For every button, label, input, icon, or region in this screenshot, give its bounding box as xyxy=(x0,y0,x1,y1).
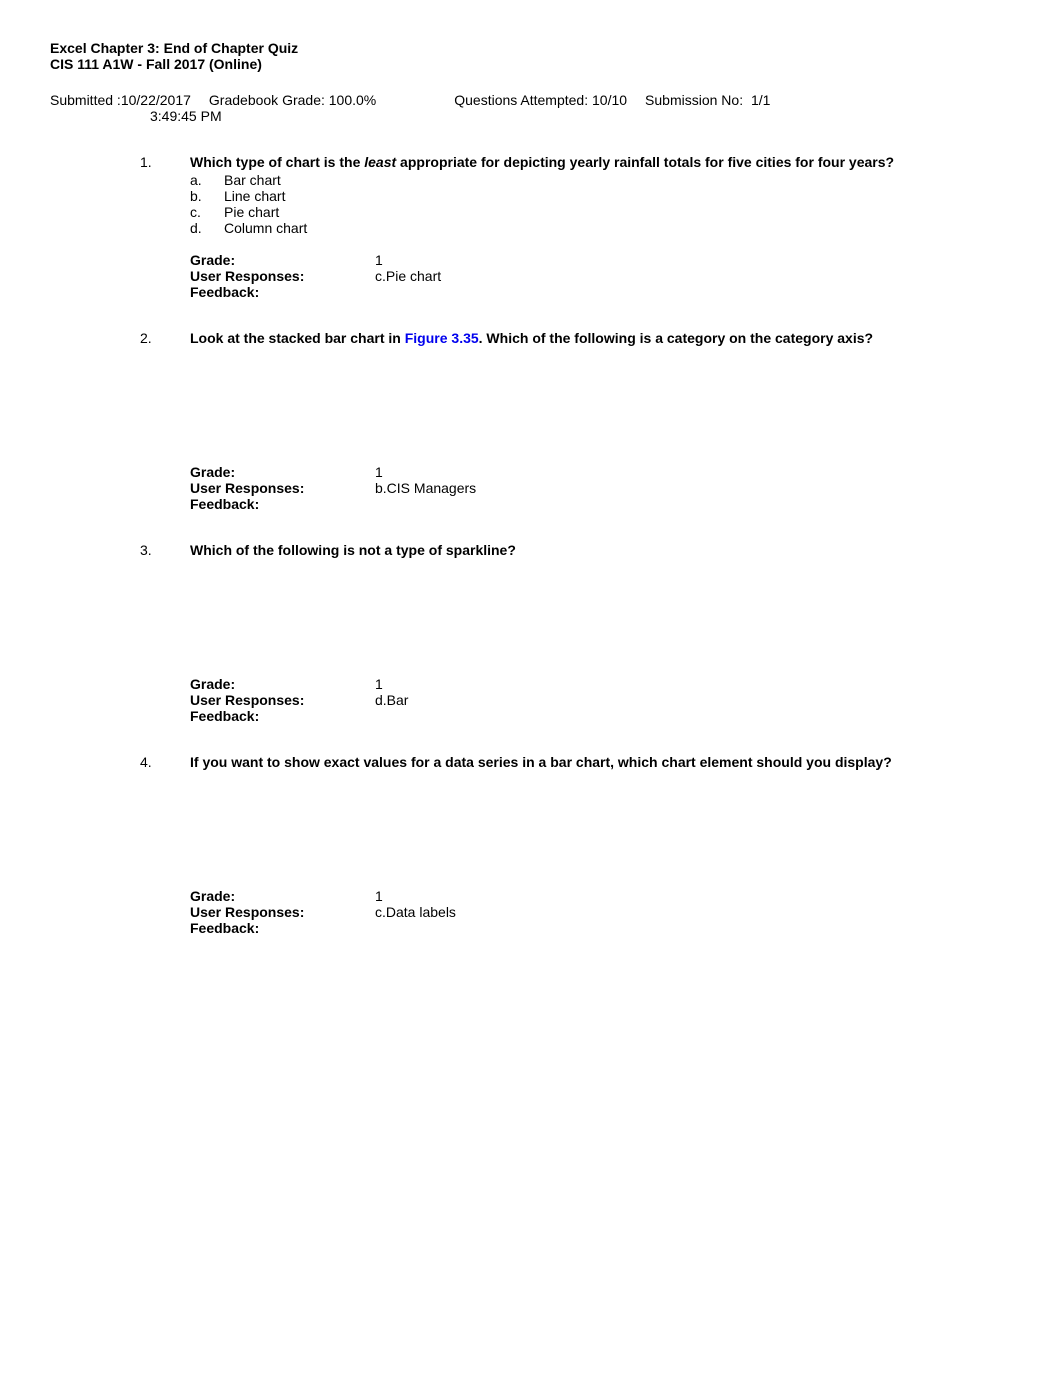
question-number: 3. xyxy=(140,542,190,724)
grade-label: Grade: xyxy=(190,676,375,692)
grade-label: Grade: xyxy=(190,464,375,480)
question-number: 2. xyxy=(140,330,190,512)
question-number: 1. xyxy=(140,154,190,300)
questions-attempted-value: 10/10 xyxy=(592,92,627,108)
question-text-italic: least xyxy=(364,154,396,170)
question-text: Which of the following is not a type of … xyxy=(190,542,1012,558)
user-responses-label: User Responses: xyxy=(190,904,375,920)
submission-no-value: 1/1 xyxy=(751,92,770,108)
question-1: 1. Which type of chart is the least appr… xyxy=(140,154,1012,300)
option-letter: c. xyxy=(190,204,224,220)
submitted-date: 10/22/2017 xyxy=(121,92,191,108)
feedback-label: Feedback: xyxy=(190,496,375,512)
option-letter: a. xyxy=(190,172,224,188)
question-options: a.Bar chart b.Line chart c.Pie chart d.C… xyxy=(190,172,1012,236)
question-number: 4. xyxy=(140,754,190,936)
user-responses-value: d.Bar xyxy=(375,692,408,708)
question-text: If you want to show exact values for a d… xyxy=(190,754,1012,770)
question-2: 2. Look at the stacked bar chart in Figu… xyxy=(140,330,1012,512)
submitted-label: Submitted : xyxy=(50,92,121,108)
grade-label: Grade: xyxy=(190,888,375,904)
gradebook-label: Gradebook Grade: xyxy=(209,92,325,108)
question-text-post: . Which of the following is a category o… xyxy=(479,330,873,346)
figure-link[interactable]: Figure 3.35 xyxy=(405,330,479,346)
option-text: Bar chart xyxy=(224,172,281,188)
user-responses-label: User Responses: xyxy=(190,692,375,708)
option-d: d.Column chart xyxy=(190,220,1012,236)
question-text: Look at the stacked bar chart in Figure … xyxy=(190,330,1012,346)
option-letter: d. xyxy=(190,220,224,236)
question-text-pre: Look at the stacked bar chart in xyxy=(190,330,405,346)
grade-value: 1 xyxy=(375,464,383,480)
option-c: c.Pie chart xyxy=(190,204,1012,220)
grade-label: Grade: xyxy=(190,252,375,268)
gradebook-value: 100.0% xyxy=(329,92,376,108)
course-info: CIS 111 A1W - Fall 2017 (Online) xyxy=(50,56,1012,72)
user-responses-label: User Responses: xyxy=(190,268,375,284)
user-responses-value: c.Data labels xyxy=(375,904,456,920)
submission-no-label: Submission No: xyxy=(645,92,743,108)
grade-value: 1 xyxy=(375,252,383,268)
user-responses-label: User Responses: xyxy=(190,480,375,496)
user-responses-value: c.Pie chart xyxy=(375,268,441,284)
questions-attempted-label: Questions Attempted: xyxy=(454,92,588,108)
option-text: Pie chart xyxy=(224,204,279,220)
option-letter: b. xyxy=(190,188,224,204)
question-3: 3. Which of the following is not a type … xyxy=(140,542,1012,724)
question-text: Which type of chart is the least appropr… xyxy=(190,154,1012,170)
feedback-label: Feedback: xyxy=(190,920,375,936)
question-4: 4. If you want to show exact values for … xyxy=(140,754,1012,936)
grade-value: 1 xyxy=(375,888,383,904)
question-text-pre: Which type of chart is the xyxy=(190,154,364,170)
submission-summary: Submitted :10/22/2017 Gradebook Grade: 1… xyxy=(50,92,1012,108)
option-text: Line chart xyxy=(224,188,285,204)
submitted-time: 3:49:45 PM xyxy=(150,108,1012,124)
option-a: a.Bar chart xyxy=(190,172,1012,188)
option-text: Column chart xyxy=(224,220,307,236)
option-b: b.Line chart xyxy=(190,188,1012,204)
quiz-title: Excel Chapter 3: End of Chapter Quiz xyxy=(50,40,1012,56)
question-text-post: appropriate for depicting yearly rainfal… xyxy=(396,154,894,170)
feedback-label: Feedback: xyxy=(190,708,375,724)
feedback-label: Feedback: xyxy=(190,284,375,300)
user-responses-value: b.CIS Managers xyxy=(375,480,476,496)
grade-value: 1 xyxy=(375,676,383,692)
